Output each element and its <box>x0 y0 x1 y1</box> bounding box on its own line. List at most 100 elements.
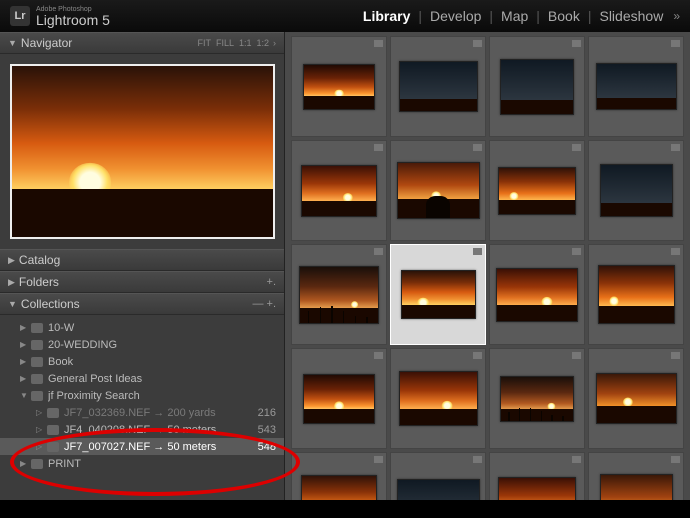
thumbnail-image[interactable] <box>303 374 375 424</box>
thumbnail-cell[interactable] <box>588 348 684 449</box>
thumbnail-cell[interactable] <box>489 348 585 449</box>
thumbnail-cell[interactable] <box>291 244 387 345</box>
disclosure-triangle-icon[interactable]: ▼ <box>8 38 17 48</box>
thumbnail-cell[interactable] <box>588 36 684 137</box>
thumbnail-cell[interactable] <box>291 452 387 500</box>
module-map[interactable]: Map <box>501 8 528 24</box>
thumbnail-image[interactable] <box>600 164 673 217</box>
thumbnail-cell[interactable] <box>390 140 486 241</box>
thumbnail-cell[interactable] <box>390 348 486 449</box>
flag-icon[interactable] <box>473 40 482 47</box>
thumbnail-image[interactable] <box>399 61 478 112</box>
flag-icon[interactable] <box>572 40 581 47</box>
thumbnail-image[interactable] <box>299 266 379 324</box>
disclosure-triangle-icon[interactable]: ▷ <box>36 408 44 417</box>
module-library[interactable]: Library <box>363 8 410 24</box>
flag-icon[interactable] <box>374 248 383 255</box>
chevron-right-icon[interactable]: » <box>673 9 680 23</box>
thumbnail-image[interactable] <box>399 371 478 426</box>
flag-icon[interactable] <box>374 144 383 151</box>
zoom-1-2[interactable]: 1:2 <box>256 38 269 48</box>
flag-icon[interactable] <box>473 144 482 151</box>
plus-icon[interactable]: +. <box>267 298 276 310</box>
flag-icon[interactable] <box>473 248 482 255</box>
flag-icon[interactable] <box>473 456 482 463</box>
thumbnail-cell[interactable] <box>588 452 684 500</box>
collection-item[interactable]: ▶PRINT <box>0 455 284 472</box>
flag-icon[interactable] <box>671 248 680 255</box>
thumbnail-cell[interactable] <box>588 244 684 345</box>
collection-item[interactable]: ▷JF7_032369.NEF → 200 yards216 <box>0 404 284 421</box>
thumbnail-image[interactable] <box>498 167 576 215</box>
zoom-fit[interactable]: FIT <box>197 38 211 48</box>
module-book[interactable]: Book <box>548 8 580 24</box>
flag-icon[interactable] <box>572 456 581 463</box>
disclosure-triangle-icon[interactable]: ▶ <box>20 323 28 332</box>
collections-panel-header[interactable]: ▼ Collections — +. <box>0 293 284 315</box>
navigator-zoom-options[interactable]: FIT FILL 1:1 1:2 <box>197 38 269 48</box>
collection-item[interactable]: ▶10-W <box>0 319 284 336</box>
flag-icon[interactable] <box>671 352 680 359</box>
flag-icon[interactable] <box>572 352 581 359</box>
thumbnail-image[interactable] <box>600 474 673 500</box>
thumbnail-cell[interactable] <box>489 452 585 500</box>
collection-item[interactable]: ▼jf Proximity Search <box>0 387 284 404</box>
folders-panel-header[interactable]: ▶ Folders +. <box>0 271 284 293</box>
zoom-1-1[interactable]: 1:1 <box>239 38 252 48</box>
thumbnail-image[interactable] <box>596 63 677 110</box>
thumbnail-cell[interactable] <box>588 140 684 241</box>
collection-item[interactable]: ▶Book <box>0 353 284 370</box>
disclosure-triangle-icon[interactable]: ▶ <box>20 374 28 383</box>
thumbnail-cell[interactable] <box>390 244 486 345</box>
disclosure-triangle-icon[interactable]: ▶ <box>8 277 15 288</box>
thumbnail-cell[interactable] <box>489 140 585 241</box>
chevron-right-icon[interactable]: › <box>273 38 276 48</box>
thumbnail-image[interactable] <box>498 477 576 501</box>
collection-item[interactable]: ▶20-WEDDING <box>0 336 284 353</box>
flag-icon[interactable] <box>572 144 581 151</box>
plus-icon[interactable]: +. <box>267 276 276 288</box>
flag-icon[interactable] <box>374 456 383 463</box>
thumbnail-image[interactable] <box>303 64 375 110</box>
disclosure-triangle-icon[interactable]: ▶ <box>20 340 28 349</box>
disclosure-triangle-icon[interactable]: ▶ <box>20 357 28 366</box>
disclosure-triangle-icon[interactable]: ▼ <box>8 299 17 309</box>
thumbnail-cell[interactable] <box>489 244 585 345</box>
collection-item[interactable]: ▷JF7_007027.NEF → 50 meters548 <box>0 438 284 455</box>
flag-icon[interactable] <box>572 248 581 255</box>
disclosure-triangle-icon[interactable]: ▶ <box>20 459 28 468</box>
thumbnail-image[interactable] <box>301 165 377 217</box>
thumbnail-cell[interactable] <box>489 36 585 137</box>
thumbnail-image[interactable] <box>598 265 675 324</box>
thumbnail-cell[interactable] <box>291 36 387 137</box>
thumbnail-image[interactable] <box>500 376 574 422</box>
thumbnail-image[interactable] <box>401 270 476 319</box>
disclosure-triangle-icon[interactable]: ▷ <box>36 442 44 451</box>
thumbnail-cell[interactable] <box>390 36 486 137</box>
disclosure-triangle-icon[interactable]: ▶ <box>8 255 15 266</box>
thumbnail-cell[interactable] <box>291 140 387 241</box>
navigator-preview[interactable] <box>0 54 284 249</box>
catalog-panel-header[interactable]: ▶ Catalog <box>0 249 284 271</box>
flag-icon[interactable] <box>473 352 482 359</box>
zoom-fill[interactable]: FILL <box>216 38 234 48</box>
thumbnail-image[interactable] <box>397 162 480 219</box>
collection-item[interactable]: ▷JF4_040208.NEF → 50 meters543 <box>0 421 284 438</box>
thumbnail-image[interactable] <box>397 479 480 500</box>
collection-item[interactable]: ▶General Post Ideas <box>0 370 284 387</box>
flag-icon[interactable] <box>671 144 680 151</box>
module-slideshow[interactable]: Slideshow <box>599 8 663 24</box>
thumbnail-image[interactable] <box>596 373 677 424</box>
thumbnail-image[interactable] <box>301 475 377 501</box>
thumbnail-cell[interactable] <box>390 452 486 500</box>
flag-icon[interactable] <box>374 40 383 47</box>
minus-icon[interactable]: — <box>253 298 264 310</box>
flag-icon[interactable] <box>671 40 680 47</box>
flag-icon[interactable] <box>374 352 383 359</box>
flag-icon[interactable] <box>671 456 680 463</box>
navigator-panel-header[interactable]: ▼ Navigator FITFILL1:11:2 › <box>0 32 284 54</box>
disclosure-triangle-icon[interactable]: ▼ <box>20 391 28 400</box>
module-develop[interactable]: Develop <box>430 8 481 24</box>
thumbnail-cell[interactable] <box>291 348 387 449</box>
thumbnail-image[interactable] <box>496 268 578 322</box>
